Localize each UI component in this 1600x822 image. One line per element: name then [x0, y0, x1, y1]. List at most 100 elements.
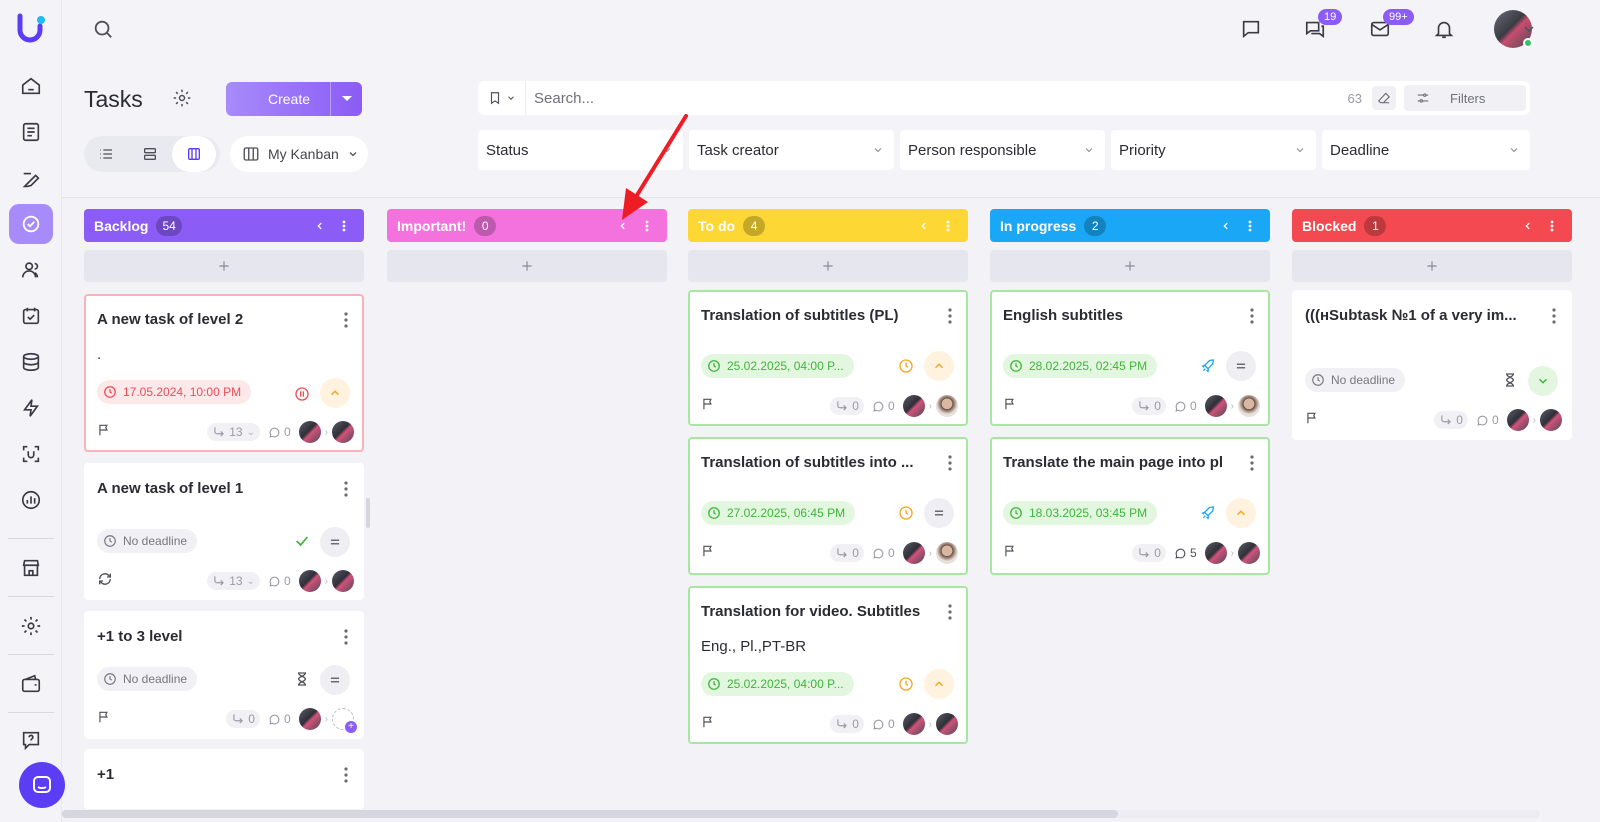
clock-status-icon[interactable] — [898, 505, 914, 526]
avatar-responsible[interactable] — [1540, 409, 1562, 431]
clear-search-icon[interactable] — [1372, 86, 1396, 110]
filters-button[interactable]: Filters — [1404, 85, 1526, 111]
chevron-left-icon[interactable] — [914, 221, 934, 231]
clock-status-icon[interactable] — [898, 358, 914, 379]
task-card[interactable]: +1 to 3 level No deadline 0 0 › — [84, 611, 364, 739]
avatar-creator[interactable] — [298, 421, 321, 443]
help-icon[interactable] — [9, 720, 53, 760]
priority-medium-icon[interactable] — [924, 498, 954, 528]
kebab-icon[interactable] — [948, 308, 952, 329]
messages-icon[interactable]: 19 — [1302, 9, 1343, 42]
task-card[interactable]: English subtitles 28.02.2025, 02:45 PM 0… — [990, 290, 1270, 426]
task-card[interactable]: A new task of level 2 . 17.05.2024, 10:0… — [84, 294, 364, 452]
chevron-down-icon[interactable] — [1516, 16, 1542, 42]
comments-count[interactable]: 0 — [268, 574, 291, 588]
repeat-icon[interactable] — [97, 571, 113, 592]
task-card[interactable]: (((нSubtask №1 of a very im... No deadli… — [1292, 290, 1572, 440]
scrollbar-thumb[interactable] — [62, 810, 1118, 818]
task-card[interactable]: Translation for video. Subtitles Eng., P… — [688, 586, 968, 744]
add-task-button[interactable] — [990, 250, 1270, 282]
reports-icon[interactable] — [9, 480, 53, 520]
calendar-icon[interactable] — [9, 296, 53, 336]
chat-icon[interactable] — [1238, 16, 1264, 42]
scan-icon[interactable] — [9, 434, 53, 474]
kebab-icon[interactable] — [948, 604, 952, 625]
board-horizontal-scrollbar[interactable] — [62, 810, 1540, 818]
kebab-icon[interactable] — [344, 481, 348, 502]
kebab-icon[interactable] — [1250, 308, 1254, 329]
subtasks-count[interactable]: 0 — [1132, 544, 1166, 562]
comments-count[interactable]: 0 — [268, 425, 291, 439]
avatar-responsible[interactable] — [332, 421, 354, 443]
add-task-button[interactable] — [1292, 250, 1572, 282]
avatar-creator[interactable] — [1204, 395, 1227, 417]
mail-icon[interactable]: 99+ — [1367, 9, 1414, 42]
wallet-icon[interactable] — [9, 664, 53, 704]
kebab-icon[interactable] — [344, 767, 348, 788]
tasks-icon[interactable] — [9, 204, 53, 244]
support-chat-button[interactable] — [19, 762, 65, 808]
avatar-creator[interactable] — [298, 708, 321, 730]
deadline-chip[interactable]: 17.05.2024, 10:00 PM — [97, 380, 252, 404]
list-view-icon[interactable] — [84, 136, 128, 172]
flag-icon[interactable] — [97, 710, 111, 729]
priority-medium-icon[interactable] — [320, 665, 350, 695]
deadline-chip[interactable]: 28.02.2025, 02:45 PM — [1003, 354, 1158, 378]
deadline-chip[interactable]: 25.02.2025, 04:00 P... — [701, 672, 854, 696]
avatar-creator[interactable] — [1506, 409, 1529, 431]
flag-icon[interactable] — [1003, 544, 1017, 563]
comments-count[interactable]: 5 — [1174, 546, 1197, 560]
kebab-icon[interactable] — [344, 629, 348, 650]
deadline-chip[interactable]: No deadline — [97, 667, 198, 691]
flag-icon[interactable] — [97, 423, 111, 442]
chevron-left-icon[interactable] — [1216, 221, 1236, 231]
avatar-creator[interactable] — [902, 713, 925, 735]
comments-count[interactable]: 0 — [872, 546, 895, 560]
comments-count[interactable]: 0 — [872, 399, 895, 413]
priority-high-icon[interactable] — [924, 669, 954, 699]
add-task-button[interactable] — [84, 250, 364, 282]
task-creator-filter[interactable]: Task creator — [689, 130, 894, 170]
add-task-button[interactable] — [387, 250, 667, 282]
kebab-icon[interactable] — [334, 220, 354, 232]
chevron-left-icon[interactable] — [1518, 221, 1538, 231]
kanban-view-select[interactable]: My Kanban — [230, 136, 368, 172]
flag-icon[interactable] — [1003, 397, 1017, 416]
avatar-responsible[interactable] — [936, 713, 958, 735]
subtasks-count[interactable]: 0 — [1132, 397, 1166, 415]
flag-icon[interactable] — [1305, 411, 1319, 430]
store-icon[interactable] — [9, 548, 53, 588]
subtasks-count[interactable]: 0 — [830, 544, 864, 562]
priority-medium-icon[interactable] — [1226, 351, 1256, 381]
avatar-responsible[interactable] — [936, 395, 958, 417]
comments-count[interactable]: 0 — [1174, 399, 1197, 413]
rows-view-icon[interactable] — [128, 136, 172, 172]
create-button[interactable]: Create — [226, 82, 362, 116]
projects-icon[interactable] — [9, 160, 53, 200]
global-search-icon[interactable] — [92, 18, 114, 45]
users-icon[interactable] — [9, 250, 53, 290]
bell-icon[interactable] — [1431, 16, 1457, 42]
kebab-icon[interactable] — [1250, 455, 1254, 476]
clock-status-icon[interactable] — [898, 676, 914, 697]
priority-low-icon[interactable] — [1528, 366, 1558, 396]
saved-searches-button[interactable] — [478, 81, 526, 115]
lightning-icon[interactable] — [9, 388, 53, 428]
kanban-view-icon[interactable] — [172, 136, 216, 172]
kebab-icon[interactable] — [1240, 220, 1260, 232]
news-icon[interactable] — [9, 112, 53, 152]
subtasks-count[interactable]: 13 ⌄ — [207, 423, 260, 441]
rocket-icon[interactable] — [1200, 358, 1216, 379]
flag-icon[interactable] — [701, 715, 715, 734]
create-dropdown-icon[interactable] — [330, 82, 362, 116]
deadline-chip[interactable]: 27.02.2025, 06:45 PM — [701, 501, 856, 525]
task-search-input[interactable] — [534, 89, 1348, 107]
pause-icon[interactable] — [294, 386, 310, 407]
comments-count[interactable]: 0 — [1476, 413, 1499, 427]
task-card[interactable]: Translation of subtitles into ... 27.02.… — [688, 437, 968, 575]
priority-high-icon[interactable] — [924, 351, 954, 381]
deadline-chip[interactable]: No deadline — [1305, 368, 1406, 392]
avatar-creator[interactable] — [902, 395, 925, 417]
deadline-chip[interactable]: 25.02.2025, 04:00 P... — [701, 354, 854, 378]
subtasks-count[interactable]: 0 — [1434, 411, 1468, 429]
